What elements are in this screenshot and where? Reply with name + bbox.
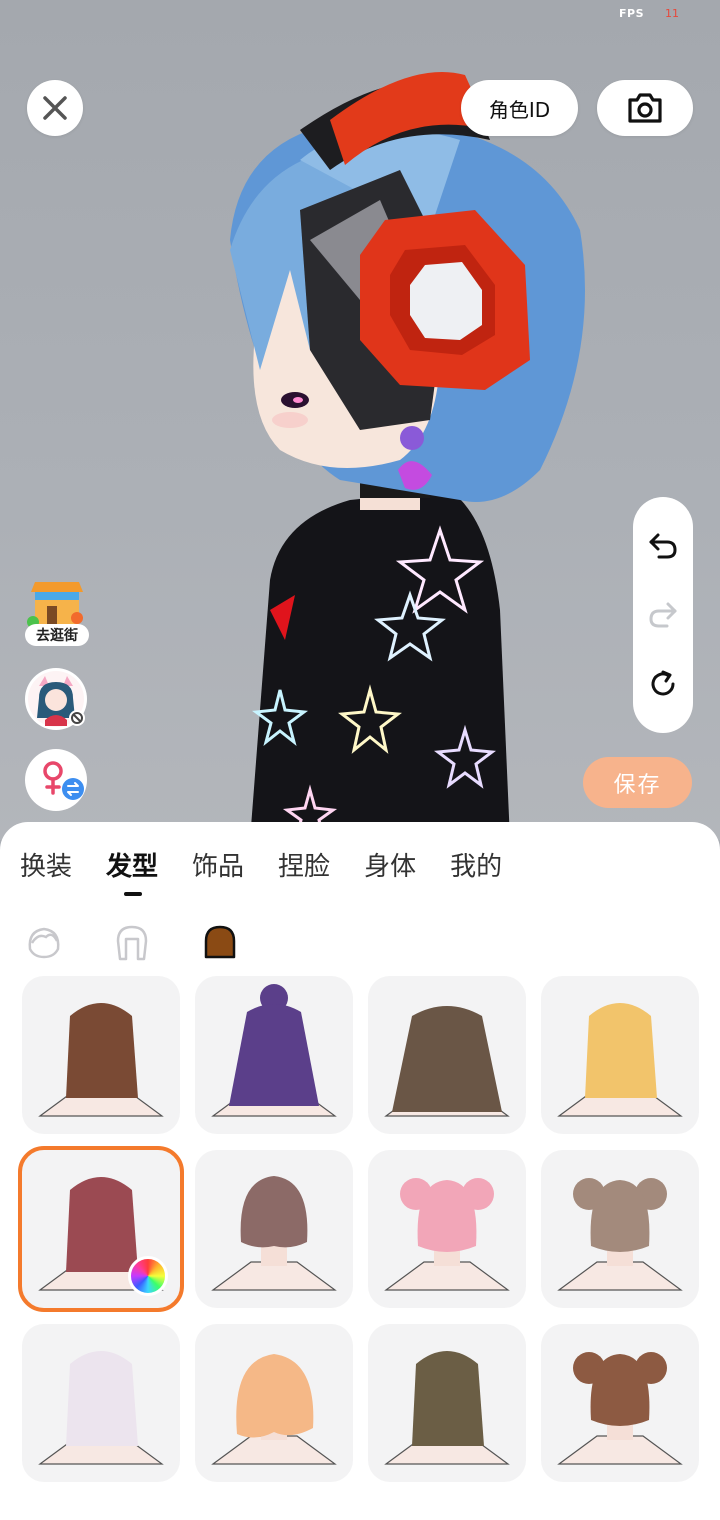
customization-sheet: 换装 发型 饰品 捏脸 身体 我的 bbox=[0, 822, 720, 1520]
hair-subcategories bbox=[24, 922, 240, 964]
hairstyle-preview bbox=[384, 1351, 510, 1465]
subcat-front-hair[interactable] bbox=[24, 922, 64, 964]
go-shopping-button[interactable]: 去逛街 bbox=[25, 578, 89, 648]
subcat-back-hair[interactable] bbox=[112, 922, 152, 964]
hairstyle-preview bbox=[211, 984, 337, 1117]
back-hair-icon bbox=[116, 925, 148, 961]
hairstyle-card[interactable] bbox=[195, 1150, 353, 1308]
tab-outfit[interactable]: 换装 bbox=[20, 846, 72, 886]
tab-accessories[interactable]: 饰品 bbox=[192, 846, 244, 886]
go-shopping-label: 去逛街 bbox=[25, 624, 89, 646]
undo-button[interactable] bbox=[643, 526, 683, 566]
hairstyle-preview bbox=[384, 1006, 510, 1117]
hairstyle-preview bbox=[211, 1354, 337, 1465]
hairstyle-preview bbox=[557, 1003, 683, 1117]
edit-history-panel bbox=[633, 497, 693, 733]
character-switch-button[interactable] bbox=[25, 668, 87, 730]
undo-icon bbox=[649, 533, 677, 559]
hairstyle-card[interactable] bbox=[368, 1150, 526, 1308]
camera-icon bbox=[628, 93, 662, 123]
hairstyle-preview bbox=[557, 1352, 683, 1465]
hair-color-picker-icon[interactable] bbox=[128, 1256, 168, 1296]
avatar-icon bbox=[28, 671, 85, 727]
save-button[interactable]: 保存 bbox=[583, 757, 692, 808]
hairstyle-preview bbox=[557, 1178, 683, 1291]
active-tab-indicator bbox=[124, 892, 143, 896]
camera-button[interactable] bbox=[597, 80, 693, 136]
tab-face-edit[interactable]: 捏脸 bbox=[278, 846, 330, 886]
hairstyle-card[interactable] bbox=[368, 976, 526, 1134]
tab-hairstyle-label: 发型 bbox=[106, 852, 159, 882]
hairstyle-card[interactable] bbox=[368, 1324, 526, 1482]
avatar-preview-stage[interactable]: FPS 11 角色ID 保存 去逛街 bbox=[0, 0, 720, 840]
hairstyle-card[interactable] bbox=[541, 1324, 699, 1482]
storefront-icon bbox=[27, 582, 83, 628]
hairstyle-grid bbox=[18, 976, 700, 1482]
tab-hairstyle[interactable]: 发型 bbox=[106, 846, 159, 896]
close-button[interactable] bbox=[27, 80, 83, 136]
full-hair-icon bbox=[204, 925, 236, 959]
hairstyle-card[interactable] bbox=[22, 1324, 180, 1482]
hairstyle-card[interactable] bbox=[541, 976, 699, 1134]
redo-icon bbox=[649, 602, 677, 628]
role-id-button[interactable]: 角色ID bbox=[461, 80, 578, 136]
hairstyle-card[interactable] bbox=[195, 1324, 353, 1482]
tab-mine[interactable]: 我的 bbox=[450, 846, 502, 886]
fps-value: 11 bbox=[665, 7, 679, 20]
hairstyle-card[interactable] bbox=[22, 976, 180, 1134]
hairstyle-preview bbox=[384, 1178, 510, 1291]
subcat-full-hair[interactable] bbox=[200, 922, 240, 964]
female-symbol-icon bbox=[43, 761, 84, 800]
hairstyle-card[interactable] bbox=[195, 976, 353, 1134]
hairstyle-preview bbox=[38, 1003, 164, 1117]
hairstyle-preview bbox=[38, 1351, 164, 1465]
gender-toggle-button[interactable] bbox=[25, 749, 87, 811]
hairstyle-card[interactable] bbox=[541, 1150, 699, 1308]
close-icon bbox=[43, 96, 67, 120]
tab-body[interactable]: 身体 bbox=[364, 846, 416, 886]
category-tabs: 换装 发型 饰品 捏脸 身体 我的 bbox=[20, 846, 536, 896]
avatar-character[interactable] bbox=[200, 50, 620, 840]
redo-button[interactable] bbox=[643, 595, 683, 635]
fps-label: FPS bbox=[619, 7, 644, 20]
hairstyle-preview bbox=[211, 1176, 337, 1291]
hairstyle-card[interactable] bbox=[18, 1146, 184, 1312]
front-hair-icon bbox=[28, 927, 60, 959]
reset-icon bbox=[651, 670, 675, 696]
reset-button[interactable] bbox=[643, 664, 683, 704]
